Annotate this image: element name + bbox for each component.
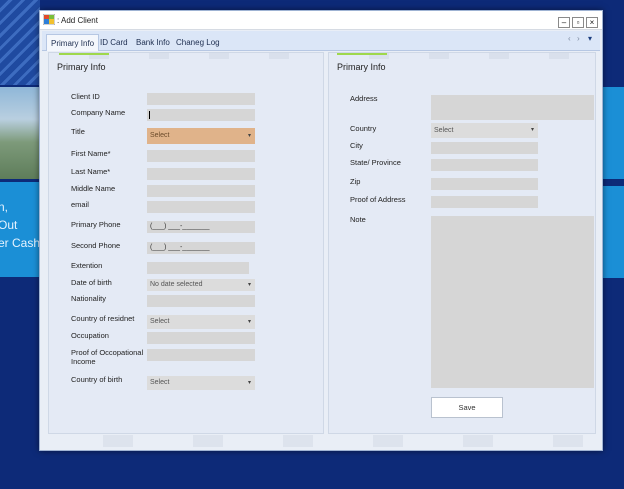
nationality-field[interactable] — [147, 295, 255, 307]
address-field[interactable] — [431, 95, 594, 120]
tab-primary-info[interactable]: Primary Info — [46, 34, 100, 51]
tab-change-log[interactable]: Chaneg Log — [172, 34, 224, 51]
company-name-label: Company Name — [71, 108, 126, 117]
tab-strip: Primary Info ID Card Bank Info Chaneg Lo… — [42, 31, 600, 51]
tile-text-line-2: Out — [0, 218, 18, 232]
add-client-window: : Add Client – ▫ × Primary Info ID Card … — [39, 10, 603, 451]
tile-text-line-1: n, — [0, 200, 9, 214]
email-label: email — [71, 200, 89, 209]
desktop-live-tile: n, Out er Cash — [0, 182, 40, 277]
save-button[interactable]: Save — [431, 397, 503, 418]
middle-name-field[interactable] — [147, 185, 255, 197]
dropdown-arrow-icon: ▾ — [530, 127, 534, 133]
email-field[interactable] — [147, 201, 255, 213]
state-province-label: State/ Province — [350, 158, 401, 167]
country-of-residence-label: Country of residnet — [71, 314, 135, 323]
panel-accent-bar — [337, 53, 387, 55]
window-title: : Add Client — [57, 16, 98, 25]
text-caret — [149, 111, 150, 119]
left-panel-title: Primary Info — [57, 62, 106, 72]
extention-field[interactable] — [147, 262, 249, 274]
zip-label: Zip — [350, 177, 361, 186]
title-select-value: Select — [150, 132, 170, 139]
tab-id-card[interactable]: ID Card — [96, 34, 132, 51]
tile-text-line-3: er Cash — [0, 236, 40, 250]
city-label: City — [350, 141, 363, 150]
tab-bank-info[interactable]: Bank Info — [132, 34, 174, 51]
dropdown-arrow-icon: ▾ — [247, 282, 251, 288]
title-label: Title — [71, 127, 85, 136]
dropdown-arrow-icon: ▾ — [247, 319, 251, 325]
desktop-background-left: n, Out er Cash — [0, 0, 40, 489]
nationality-label: Nationality — [71, 294, 107, 303]
company-name-field[interactable] — [147, 109, 255, 121]
app-icon — [43, 14, 55, 25]
title-bar[interactable]: : Add Client – ▫ × — [40, 11, 602, 30]
proof-of-income-label: Proof of Occopational Income — [71, 348, 144, 366]
country-of-residence-value: Select — [150, 318, 170, 325]
country-of-birth-value: Select — [150, 379, 170, 386]
country-select[interactable]: Select ▾ — [431, 123, 538, 138]
country-of-residence-select[interactable]: Select ▾ — [147, 315, 255, 329]
client-id-field[interactable] — [147, 93, 255, 105]
state-province-field[interactable] — [431, 159, 538, 171]
desktop-photo-tile — [0, 87, 40, 179]
country-label: Country — [350, 124, 377, 133]
dropdown-arrow-icon: ▾ — [247, 133, 251, 139]
note-label: Note — [350, 215, 366, 224]
date-of-birth-value: No date selected — [150, 281, 203, 288]
dropdown-arrow-icon: ▾ — [247, 380, 251, 386]
title-select[interactable]: Select ▾ — [147, 128, 255, 144]
occupation-field[interactable] — [147, 332, 255, 344]
country-of-birth-label: Country of birth — [71, 375, 123, 384]
desktop-right-tile-1 — [602, 87, 624, 179]
middle-name-label: Middle Name — [71, 184, 116, 193]
desktop-stripes — [0, 0, 40, 85]
last-name-field[interactable] — [147, 168, 255, 180]
date-of-birth-label: Date of birth — [71, 278, 112, 287]
second-phone-field[interactable]: (___) ___-_______ — [147, 242, 255, 254]
proof-of-address-field[interactable] — [431, 196, 538, 208]
country-of-birth-select[interactable]: Select ▾ — [147, 376, 255, 390]
tab-next-icon[interactable]: › — [577, 34, 580, 43]
close-button[interactable]: × — [586, 17, 598, 28]
tab-menu-icon[interactable]: ▾ — [588, 34, 592, 43]
first-name-field[interactable] — [147, 150, 255, 162]
last-name-label: Last Name* — [71, 167, 111, 176]
tab-prev-icon[interactable]: ‹ — [568, 34, 571, 43]
maximize-button[interactable]: ▫ — [572, 17, 584, 28]
address-label: Address — [350, 94, 378, 103]
primary-phone-label: Primary Phone — [71, 220, 121, 229]
note-field[interactable] — [431, 216, 594, 388]
desktop-right-tile-2 — [602, 186, 624, 278]
right-panel-title: Primary Info — [337, 62, 386, 72]
client-id-label: Client ID — [71, 92, 100, 101]
extention-label: Extention — [71, 261, 103, 270]
primary-phone-field[interactable]: (___) ___-_______ — [147, 221, 255, 233]
occupation-label: Occupation — [71, 331, 109, 340]
second-phone-label: Second Phone — [71, 241, 121, 250]
bottom-decorative-strip — [43, 435, 599, 447]
country-select-value: Select — [434, 127, 454, 134]
proof-of-address-label: Proof of Address — [350, 195, 406, 204]
right-panel: Primary Info Address Country Select ▾ Cit… — [328, 52, 596, 434]
zip-field[interactable] — [431, 178, 538, 190]
left-panel: Primary Info Client ID Company Name Titl… — [48, 52, 324, 434]
minimize-button[interactable]: – — [558, 17, 570, 28]
panel-accent-bar — [59, 53, 109, 55]
date-of-birth-picker[interactable]: No date selected ▾ — [147, 279, 255, 291]
city-field[interactable] — [431, 142, 538, 154]
first-name-label: First Name* — [71, 149, 111, 158]
proof-of-income-field[interactable] — [147, 349, 255, 361]
